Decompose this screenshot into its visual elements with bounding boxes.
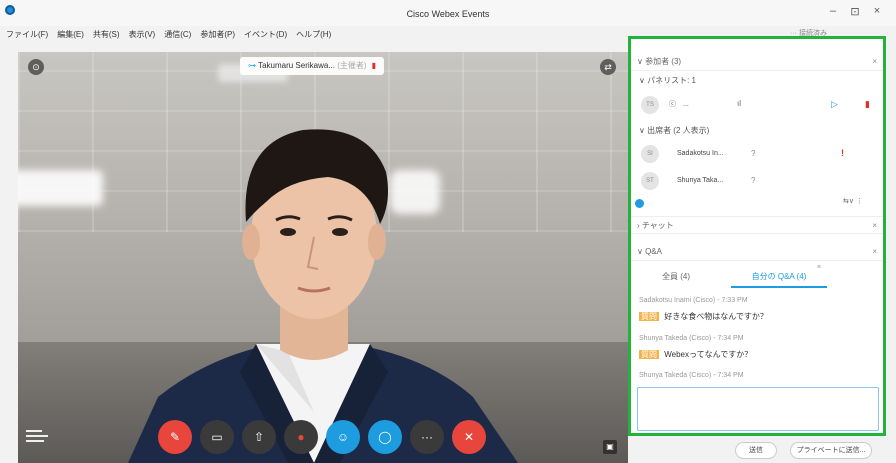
menu-bar: ファイル(F) 編集(E) 共有(S) 表示(V) 通信(C) 参加者(P) イ… [0, 26, 630, 42]
qa-tabs: 全員 (4) 自分の Q&A (4) × [631, 264, 883, 288]
tab-my-qa[interactable]: 自分の Q&A (4) [731, 266, 827, 288]
question-text[interactable]: 質問 Webexってなんですか？ [639, 349, 752, 360]
webex-window: Cisco Webex Events – ⊡ × ファイル(F) 編集(E) 共… [0, 0, 896, 463]
question-text[interactable]: 質問 好きな食べ物はなんですか？ [639, 311, 768, 322]
muted-mic-icon: ▮ [371, 61, 377, 70]
question-body: Webexってなんですか？ [664, 350, 753, 359]
panelists-group[interactable]: ∨ パネリスト: 1 [631, 73, 883, 89]
avatar: TS [641, 96, 659, 114]
menu-lines-icon[interactable] [26, 430, 48, 445]
qa-input[interactable] [637, 387, 879, 431]
attendees-title: 出席者 (2 人表示) [647, 126, 710, 135]
menu-help[interactable]: ヘルプ(H) [296, 29, 331, 40]
question-tag: 質問 [639, 312, 659, 321]
participants-section-header[interactable]: ∨ 参加者 (3) × [631, 53, 883, 71]
participants-button[interactable]: ☺ [326, 420, 360, 454]
chevron-down-icon: ∨ [639, 126, 648, 135]
close-icon[interactable]: × [872, 217, 877, 235]
menu-communicate[interactable]: 通信(C) [164, 29, 191, 40]
tab-all[interactable]: 全員 (4) [641, 266, 711, 288]
more-button[interactable]: ··· [410, 420, 444, 454]
video-cam-icon: ▷ [831, 99, 838, 109]
chat-title: チャット [641, 221, 674, 230]
qa-section-header[interactable]: ∨ Q&A × [631, 243, 883, 261]
video-button[interactable]: ▭ [200, 420, 234, 454]
menu-share[interactable]: 共有(S) [93, 29, 120, 40]
participant-options-icon[interactable]: ⇆∨ ⋮ [843, 197, 863, 205]
question-meta: Shunya Takeda (Cisco) - 7:34 PM [639, 372, 744, 379]
panelist-name: ... [683, 101, 689, 108]
chevron-down-icon: ∨ [639, 76, 648, 85]
side-panel: ∨ 参加者 (3) × ∨ パネリスト: 1 TS ⓒ ... ıl ▷ ▮ ∨… [628, 36, 886, 436]
menu-participant[interactable]: 参加者(P) [200, 29, 235, 40]
panelists-title: パネリスト: 1 [647, 76, 696, 85]
signal-icon: ıl [737, 99, 741, 108]
maximize-button[interactable]: ⊡ [848, 5, 862, 18]
question-meta: Sadakotsu Inami (Cisco) - 7:33 PM [639, 297, 748, 304]
menu-event[interactable]: イベント(D) [244, 29, 287, 40]
question-meta: Shunya Takeda (Cisco) - 7:34 PM [639, 335, 744, 342]
share-button[interactable]: ⇧ [242, 420, 276, 454]
fullscreen-icon[interactable]: ▣ [603, 440, 617, 454]
speaker-video [128, 129, 518, 463]
speaker-role: (主催者) [337, 61, 367, 70]
attendee-name: Sadakotsu In... [677, 150, 724, 157]
menu-edit[interactable]: 編集(E) [57, 29, 84, 40]
mute-button[interactable]: ✎ [158, 420, 192, 454]
active-speaker-label: ⊶ Takumaru Serikawa... (主催者) ▮ [240, 57, 385, 75]
chat-button[interactable]: ◯ [368, 420, 402, 454]
chevron-down-icon: ∨ [637, 247, 646, 256]
avatar: SI [641, 145, 659, 163]
question-body: 好きな食べ物はなんですか？ [664, 312, 768, 321]
presenter-icon: ⓒ [669, 101, 676, 108]
qa-title: Q&A [645, 247, 662, 256]
layout-icon[interactable]: ⇄ [600, 59, 616, 75]
panelist-row[interactable]: TS ⓒ ... ıl ▷ ▮ [631, 93, 883, 117]
close-icon[interactable]: × [872, 53, 877, 71]
chevron-down-icon: ∨ [637, 57, 646, 66]
chat-section-header[interactable]: › チャット × [631, 216, 883, 234]
meeting-controls: ✎ ▭ ⇧ ● ☺ ◯ ··· ✕ [158, 420, 486, 454]
close-tab-icon[interactable]: × [817, 264, 821, 271]
menu-view[interactable]: 表示(V) [129, 29, 156, 40]
attendee-name: Shunya Taka... [677, 177, 724, 184]
speaker-name: Takumaru Serikawa... [258, 61, 335, 70]
close-icon[interactable]: × [872, 243, 877, 261]
send-button[interactable]: 送信 [735, 442, 777, 459]
window-title: Cisco Webex Events [406, 9, 490, 19]
speaker-icon: ⊶ [248, 61, 259, 70]
record-button[interactable]: ● [284, 420, 318, 454]
view-options-icon[interactable]: ⊙ [28, 59, 44, 75]
muted-mic-icon: ▮ [865, 99, 870, 109]
participants-title: 参加者 (3) [645, 57, 682, 66]
close-window-button[interactable]: × [870, 5, 884, 17]
attendee-row[interactable]: ST Shunya Taka... ? [631, 169, 883, 193]
status-dot-icon[interactable] [635, 199, 644, 208]
question-indicator: ? [751, 176, 756, 185]
menu-file[interactable]: ファイル(F) [6, 29, 48, 40]
avatar: ST [641, 172, 659, 190]
question-indicator: ? [751, 149, 756, 158]
attendee-row[interactable]: SI Sadakotsu In... ? ! [631, 142, 883, 166]
attendees-group[interactable]: ∨ 出席者 (2 人表示) [631, 123, 883, 139]
minimize-button[interactable]: – [826, 5, 840, 17]
question-tag: 質問 [639, 350, 659, 359]
private-send-button[interactable]: プライベートに送信... [790, 442, 872, 459]
video-stage: ⊙ ⇄ ⊶ Takumaru Serikawa... (主催者) ▮ ✎ ▭ ⇧… [18, 52, 628, 463]
alert-indicator: ! [841, 148, 844, 158]
leave-button[interactable]: ✕ [452, 420, 486, 454]
title-bar: Cisco Webex Events – ⊡ × [0, 0, 896, 26]
